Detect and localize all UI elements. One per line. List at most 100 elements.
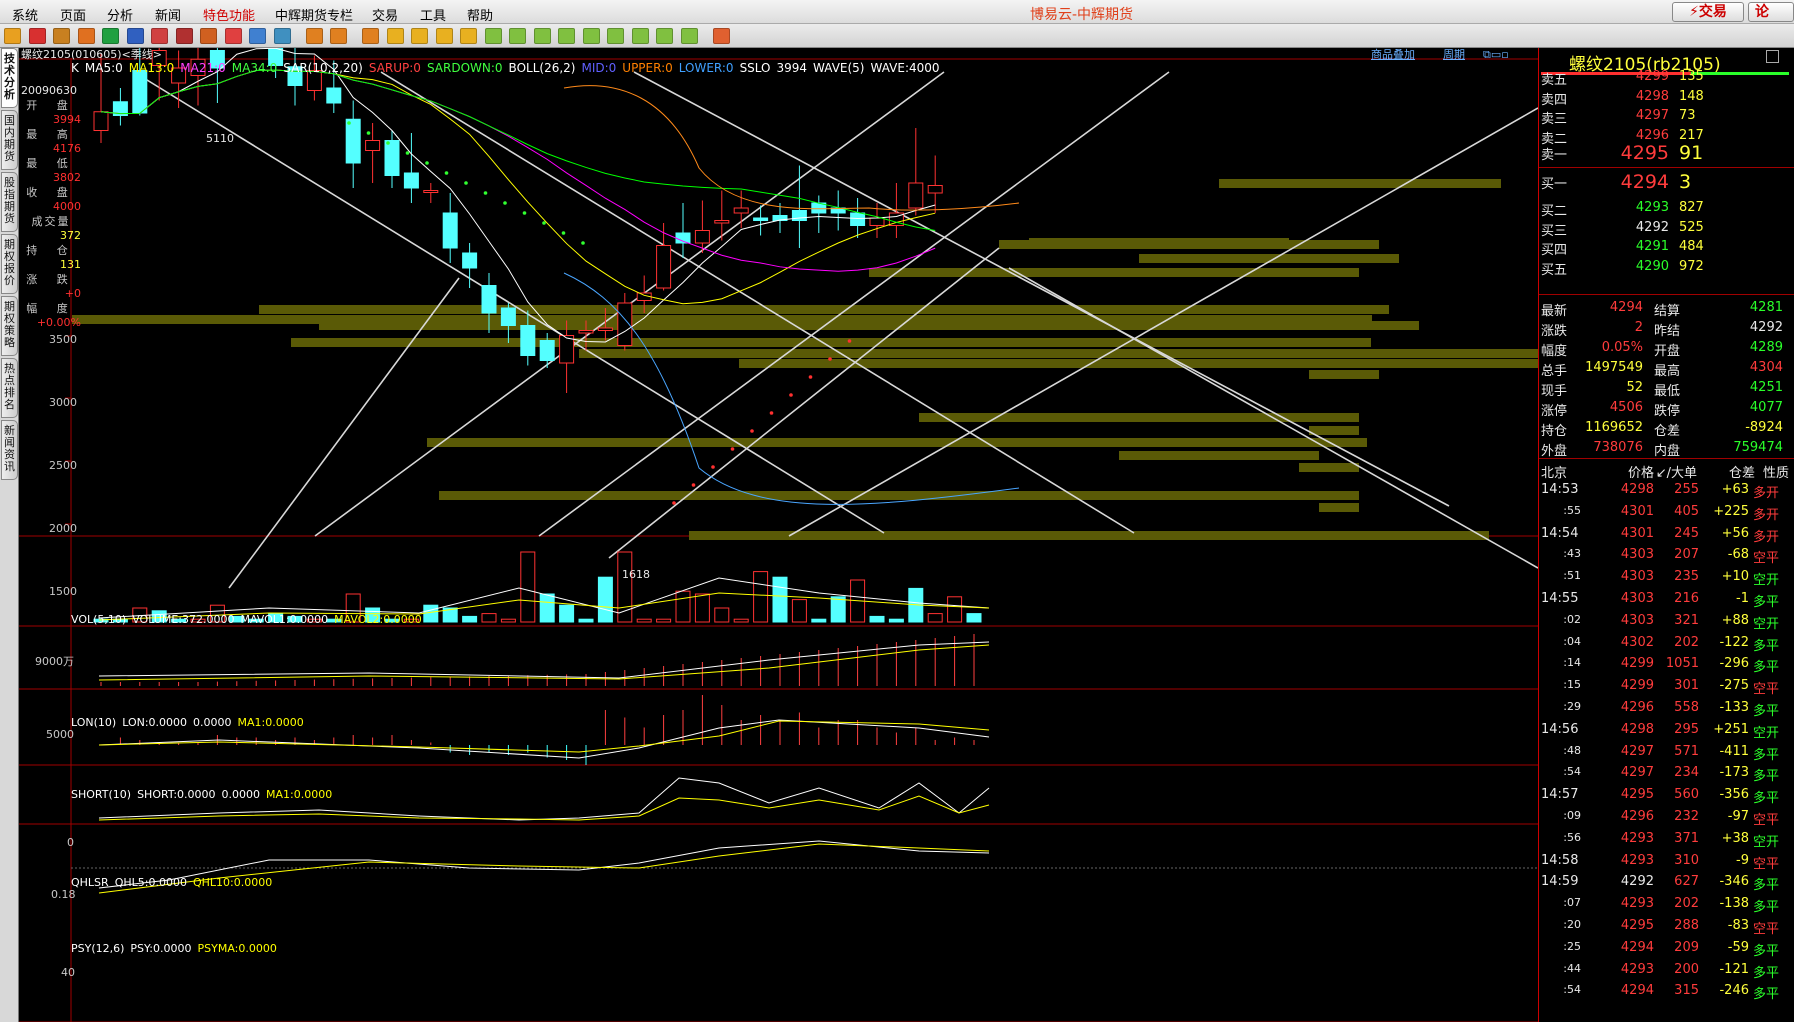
min5-icon[interactable]: [533, 28, 551, 44]
short-axis-label: 0: [67, 836, 74, 849]
menu-page[interactable]: 页面: [60, 5, 86, 24]
left-tab-0[interactable]: 技术分析: [1, 48, 18, 108]
menu-news[interactable]: 新闻: [155, 5, 181, 24]
min30-icon[interactable]: [582, 28, 600, 44]
volume-profile-bar: [259, 305, 1389, 314]
tick-price: 4294: [1620, 983, 1654, 999]
ma13-line: [100, 69, 936, 305]
legend-item: LOWER:0: [678, 61, 734, 75]
stat-label: 外盘: [1541, 444, 1568, 459]
sar-dot: [483, 191, 488, 195]
menu-analysis[interactable]: 分析: [107, 5, 133, 24]
back-icon[interactable]: [4, 28, 21, 44]
month-icon[interactable]: [435, 28, 453, 44]
filter-icon[interactable]: [249, 28, 266, 44]
tick-time: :29: [1563, 700, 1581, 713]
pen-icon[interactable]: [200, 28, 217, 44]
legend-item: MA1:0.0000: [266, 788, 333, 801]
tick-volume: 255: [1674, 482, 1699, 497]
tick-nature: 空平: [1753, 813, 1780, 828]
left-tab-label: 期权报价: [4, 238, 15, 287]
quote-panel: 螺纹2105(rb2105) 卖五 4299 135 卖四 4298 148 卖三 4297 7…: [1538, 48, 1794, 1022]
quote-panel-toggle-icon[interactable]: [1766, 50, 1779, 63]
bid-price: 4294: [1620, 171, 1669, 193]
menu-tools[interactable]: 工具: [420, 5, 446, 24]
menu-bar: 系统 页面 分析 新闻 特色功能 中辉期货专栏 交易 工具 帮助 博易云-中辉期…: [0, 0, 1794, 24]
left-tab-4[interactable]: 期权策略: [1, 296, 18, 356]
left-tab-2[interactable]: 股指期货: [1, 172, 18, 232]
stat-label: 最低: [1654, 384, 1681, 399]
candle-body: [753, 217, 769, 221]
stat-value: 4304: [1749, 360, 1783, 375]
home-icon[interactable]: [28, 28, 46, 44]
tick-volume: 558: [1674, 700, 1699, 715]
trade-button[interactable]: ⚡交易: [1672, 2, 1744, 22]
tick-oi-change: -133: [1719, 700, 1749, 715]
sar-dot: [672, 501, 676, 505]
quarter-icon[interactable]: [460, 28, 477, 44]
forum-button[interactable]: 论: [1748, 2, 1794, 22]
draw-icon[interactable]: [330, 28, 347, 44]
stat-value: 4289: [1749, 340, 1783, 355]
candle-body: [384, 140, 400, 176]
tick-nature: 空开: [1753, 834, 1780, 850]
left-tab-6[interactable]: 新闻资讯: [1, 420, 18, 480]
tick-nature: 多开: [1753, 529, 1780, 545]
overlay-link[interactable]: 商品叠加: [1371, 48, 1415, 62]
list-icon[interactable]: [712, 28, 730, 44]
restore-icon[interactable]: ⧉: [1483, 48, 1491, 61]
lon-line: [98, 641, 990, 679]
refresh-icon[interactable]: [102, 28, 119, 44]
kline-chart-area[interactable]: 螺纹2105(010605)<季线> 商品叠加 周期 ⧉▭▫ K MA5:0 MA1…: [19, 48, 1538, 1022]
day-icon[interactable]: [386, 28, 404, 44]
menu-special[interactable]: 特色功能: [203, 5, 255, 24]
min120-icon[interactable]: [631, 28, 649, 44]
menu-trade[interactable]: 交易: [372, 5, 398, 24]
menu-help[interactable]: 帮助: [467, 5, 493, 24]
info-chg-label: 涨 跌: [26, 273, 76, 286]
volume-bar: [597, 576, 613, 623]
min15-icon[interactable]: [558, 28, 575, 44]
window-controls[interactable]: ⧉▭▫: [1483, 48, 1509, 62]
week-icon[interactable]: [411, 28, 428, 44]
left-tab-1[interactable]: 国内期货: [1, 110, 18, 170]
tick-icon[interactable]: [362, 28, 379, 44]
legend-item: SSLO: [739, 61, 771, 75]
stat-value: 4251: [1749, 380, 1783, 395]
tick-nature: 多开: [1753, 486, 1780, 501]
tick-time: 14:58: [1541, 852, 1579, 868]
close-small-icon[interactable]: ▫: [1501, 48, 1508, 61]
tick-nature: 多平: [1753, 638, 1780, 654]
zoom-out-icon[interactable]: [151, 28, 168, 44]
candle-body: [462, 252, 478, 269]
min3-icon[interactable]: [509, 28, 526, 44]
brush-icon[interactable]: [224, 28, 242, 44]
tick-oi-change: +88: [1721, 612, 1749, 628]
maximize-icon[interactable]: ▭: [1491, 48, 1501, 61]
year-icon[interactable]: [680, 28, 698, 44]
ask-label: 卖三: [1541, 112, 1568, 127]
min1-icon[interactable]: [484, 28, 502, 44]
period-link[interactable]: 周期: [1443, 48, 1465, 62]
left-tab-label: 期权策略: [4, 300, 15, 349]
menu-system[interactable]: 系统: [12, 5, 38, 24]
tick-header-0: 北京: [1541, 466, 1568, 481]
tick-volume: 216: [1674, 591, 1699, 606]
volume-bar: [578, 618, 594, 623]
book-icon[interactable]: [53, 28, 70, 44]
layout-icon[interactable]: [175, 28, 193, 44]
tick-header-4: 性质: [1762, 466, 1789, 481]
tick-time: :43: [1563, 547, 1581, 561]
screen-icon[interactable]: [77, 28, 95, 44]
min240-icon[interactable]: [656, 28, 673, 44]
new-icon[interactable]: [273, 28, 291, 44]
menu-zhonghui-column[interactable]: 中辉期货专栏: [275, 5, 353, 24]
stat-value: 4292: [1749, 320, 1783, 335]
min60-icon[interactable]: [607, 28, 624, 44]
zoom-in-icon[interactable]: [126, 28, 144, 44]
tick-header-2: ↙/大单: [1655, 466, 1697, 481]
left-tab-3[interactable]: 期权报价: [1, 234, 18, 294]
volume-bar: [869, 615, 885, 623]
table-icon[interactable]: [305, 28, 323, 44]
left-tab-5[interactable]: 热点排名: [1, 358, 18, 418]
